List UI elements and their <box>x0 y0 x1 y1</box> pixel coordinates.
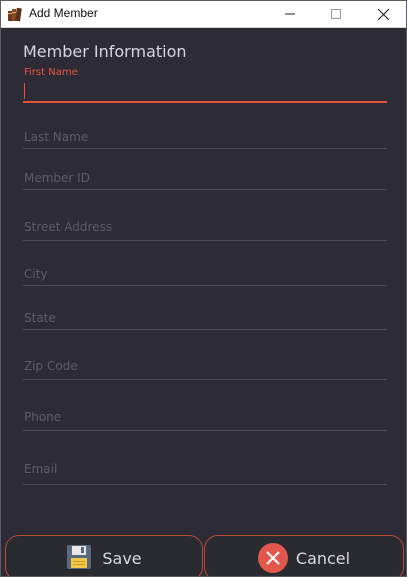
title-bar[interactable]: Add Member <box>1 1 406 28</box>
save-button[interactable]: Save <box>5 535 203 576</box>
state-label: State <box>24 311 56 325</box>
state-field[interactable]: State <box>23 309 387 331</box>
section-heading: Member Information <box>23 42 187 61</box>
email-field[interactable]: Email <box>23 460 387 486</box>
city-underline <box>23 285 387 286</box>
close-circle-icon <box>257 543 288 573</box>
zip-code-label: Zip Code <box>24 359 78 373</box>
street-address-label: Street Address <box>24 220 113 234</box>
cancel-label: Cancel <box>295 548 351 568</box>
cancel-button[interactable]: Cancel <box>204 535 404 576</box>
phone-label: Phone <box>24 410 62 424</box>
last-name-underline <box>23 148 387 149</box>
maximize-icon <box>331 9 341 19</box>
last-name-field[interactable]: Last Name <box>23 128 387 150</box>
text-caret <box>24 83 25 99</box>
email-underline <box>23 484 387 485</box>
phone-field[interactable]: Phone <box>23 408 387 432</box>
zip-code-field[interactable]: Zip Code <box>23 358 387 380</box>
last-name-label: Last Name <box>24 130 89 144</box>
maximize-button[interactable] <box>313 1 359 27</box>
first-name-underline <box>23 101 387 103</box>
save-label: Save <box>102 548 142 568</box>
city-label: City <box>24 267 48 281</box>
member-id-label: Member ID <box>24 171 90 185</box>
close-window-button[interactable] <box>360 1 406 27</box>
street-address-field[interactable]: Street Address <box>23 219 387 241</box>
state-underline <box>23 329 387 330</box>
books-app-icon <box>7 6 23 22</box>
first-name-label: First Name <box>24 67 78 78</box>
floppy-disk-icon <box>66 544 94 572</box>
window-title: Add Member <box>29 6 98 20</box>
street-address-underline <box>23 240 387 241</box>
email-label: Email <box>24 462 58 476</box>
city-field[interactable]: City <box>23 265 387 287</box>
zip-code-underline <box>23 379 387 380</box>
minimize-button[interactable] <box>267 1 313 27</box>
phone-underline <box>23 430 387 431</box>
member-id-field[interactable]: Member ID <box>23 169 387 191</box>
member-id-underline <box>23 189 387 190</box>
first-name-field[interactable]: First Name <box>23 65 387 105</box>
add-member-window: Add Member Member Information First Name… <box>0 0 407 577</box>
close-icon <box>377 8 389 20</box>
minimize-icon <box>285 13 295 15</box>
